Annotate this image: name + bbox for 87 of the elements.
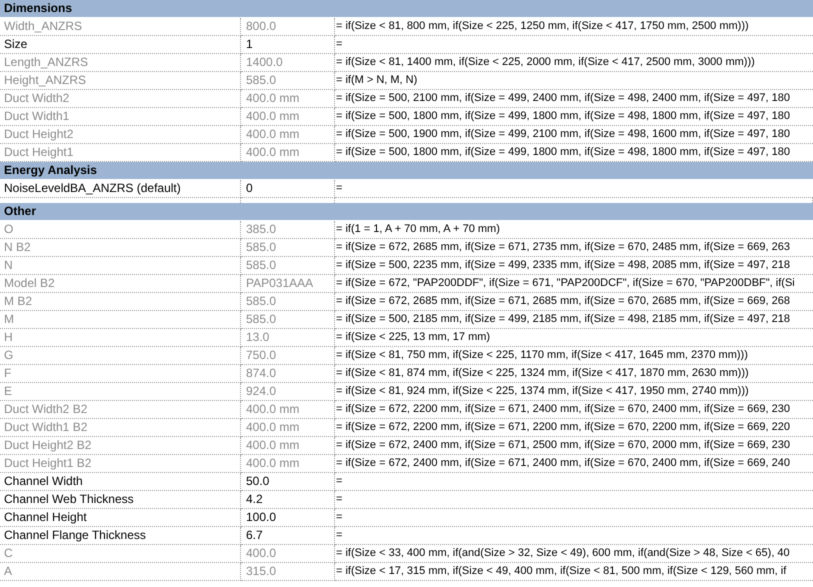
- formula-cell: = if(Size < 81, 924 mm, if(Size < 225, 1374 mm, if(Size < 417, 1950 mm, 2740 mm))): [335, 383, 813, 401]
- parameter-value: PAP031AAA: [241, 275, 335, 293]
- parameter-name: Channel Flange Thickness: [0, 527, 241, 545]
- parameter-value: 924.0: [241, 383, 335, 401]
- parameter-name: Channel Height: [0, 509, 241, 527]
- parameter-name: M: [0, 311, 241, 329]
- parameter-name: Duct Height2: [0, 126, 241, 144]
- formula-cell: = if(Size < 17, 315 mm, if(Size < 49, 400 mm, if(Size < 81, 500 mm, if(Size < 129, 560 mm, if: [335, 563, 813, 581]
- parameter-name: Length_ANZRS: [0, 54, 241, 72]
- parameter-value: 400.0 mm: [241, 90, 335, 108]
- section-header[interactable]: Dimensions: [0, 0, 813, 18]
- parameter-value: 100.0: [241, 509, 335, 527]
- parameter-value: 874.0: [241, 365, 335, 383]
- parameter-name: G: [0, 347, 241, 365]
- parameter-value: 400.0 mm: [241, 455, 335, 473]
- parameter-name: F: [0, 365, 241, 383]
- parameter-value: 585.0: [241, 311, 335, 329]
- parameter-value: 385.0: [241, 221, 335, 239]
- formula-cell: = if(M > N, M, N): [335, 72, 813, 90]
- parameter-name: Duct Width2 B2: [0, 401, 241, 419]
- parameter-name: Channel Width: [0, 473, 241, 491]
- parameter-value: 800.0: [241, 18, 335, 36]
- formula-cell: = if(Size = 672, 2685 mm, if(Size = 671, 2735 mm, if(Size = 670, 2485 mm, if(Size = 669, 263: [335, 239, 813, 257]
- parameter-name: Width_ANZRS: [0, 18, 241, 36]
- formula-cell: = if(Size = 500, 1900 mm, if(Size = 499, 2100 mm, if(Size = 498, 1600 mm, if(Size = 497, 180: [335, 126, 813, 144]
- parameter-name: Duct Height1 B2: [0, 455, 241, 473]
- parameter-value: 13.0: [241, 329, 335, 347]
- formula-cell: = if(Size < 225, 13 mm, 17 mm): [335, 329, 813, 347]
- parameter-value: 315.0: [241, 563, 335, 581]
- section-header[interactable]: Other: [0, 203, 813, 221]
- parameter-name: Model B2: [0, 275, 241, 293]
- formula-cell: = if(Size = 672, 2400 mm, if(Size = 671, 2500 mm, if(Size = 670, 2000 mm, if(Size = 669, 230: [335, 437, 813, 455]
- parameter-value: 1: [241, 36, 335, 54]
- parameter-value: 400.0 mm: [241, 108, 335, 126]
- formula-cell: =: [335, 36, 813, 54]
- parameter-value: 4.2: [241, 491, 335, 509]
- parameter-value: 0: [241, 180, 335, 198]
- formula-cell: =: [335, 509, 813, 527]
- formula-cell: = if(Size = 672, 2200 mm, if(Size = 671, 2200 mm, if(Size = 670, 2200 mm, if(Size = 669, 220: [335, 419, 813, 437]
- parameter-name: E: [0, 383, 241, 401]
- formula-cell: = if(Size = 672, 2200 mm, if(Size = 671, 2400 mm, if(Size = 670, 2400 mm, if(Size = 669, 230: [335, 401, 813, 419]
- formula-cell: = if(Size = 500, 2100 mm, if(Size = 499, 2400 mm, if(Size = 498, 2400 mm, if(Size = 497, 180: [335, 90, 813, 108]
- formula-cell: = if(Size < 81, 874 mm, if(Size < 225, 1324 mm, if(Size < 417, 1870 mm, 2630 mm))): [335, 365, 813, 383]
- parameter-name: M B2: [0, 293, 241, 311]
- formula-cell: = if(Size = 500, 1800 mm, if(Size = 499, 1800 mm, if(Size = 498, 1800 mm, if(Size = 497, 180: [335, 108, 813, 126]
- parameter-name: Height_ANZRS: [0, 72, 241, 90]
- formula-cell: =: [335, 180, 813, 198]
- parameter-value: 585.0: [241, 257, 335, 275]
- parameter-name: Duct Width1: [0, 108, 241, 126]
- parameter-name: Duct Height2 B2: [0, 437, 241, 455]
- formula-cell: = if(Size = 672, 2400 mm, if(Size = 671, 2400 mm, if(Size = 670, 2400 mm, if(Size = 669, 240: [335, 455, 813, 473]
- formula-cell: = if(Size < 81, 1400 mm, if(Size < 225, 2000 mm, if(Size < 417, 2500 mm, 3000 mm))): [335, 54, 813, 72]
- formula-cell: = if(Size < 81, 750 mm, if(Size < 225, 1170 mm, if(Size < 417, 1645 mm, 2370 mm))): [335, 347, 813, 365]
- formula-cell: = if(Size < 81, 800 mm, if(Size < 225, 1250 mm, if(Size < 417, 1750 mm, 2500 mm))): [335, 18, 813, 36]
- parameter-name: O: [0, 221, 241, 239]
- formula-cell: = if(Size < 33, 400 mm, if(and(Size > 32, Size < 49), 600 mm, if(and(Size > 48, Size < 65), 40: [335, 545, 813, 563]
- formula-cell: =: [335, 527, 813, 545]
- parameter-name: N: [0, 257, 241, 275]
- parameter-value: 750.0: [241, 347, 335, 365]
- parameter-name: Duct Width1 B2: [0, 419, 241, 437]
- parameter-value: 6.7: [241, 527, 335, 545]
- parameter-value: 400.0 mm: [241, 126, 335, 144]
- parameter-name: A: [0, 563, 241, 581]
- parameter-value: 400.0 mm: [241, 401, 335, 419]
- parameter-name: Size: [0, 36, 241, 54]
- parameter-value: 585.0: [241, 239, 335, 257]
- parameter-name: C: [0, 545, 241, 563]
- formula-cell: = if(1 = 1, A + 70 mm, A + 70 mm): [335, 221, 813, 239]
- formula-cell: = if(Size = 672, 2685 mm, if(Size = 671, 2685 mm, if(Size = 670, 2685 mm, if(Size = 669, 268: [335, 293, 813, 311]
- parameter-name: Duct Width2: [0, 90, 241, 108]
- parameter-value: 1400.0: [241, 54, 335, 72]
- parameter-name: Channel Web Thickness: [0, 491, 241, 509]
- parameter-name: NoiseLeveldBA_ANZRS (default): [0, 180, 241, 198]
- parameter-value: 585.0: [241, 293, 335, 311]
- parameter-value: 585.0: [241, 72, 335, 90]
- parameter-value: 50.0: [241, 473, 335, 491]
- formula-cell: = if(Size = 500, 2235 mm, if(Size = 499, 2335 mm, if(Size = 498, 2085 mm, if(Size = 497, 218: [335, 257, 813, 275]
- parameter-name: H: [0, 329, 241, 347]
- parameter-value: 400.0 mm: [241, 437, 335, 455]
- formula-cell: =: [335, 491, 813, 509]
- formula-cell: = if(Size = 672, "PAP200DDF", if(Size = 671, "PAP200DCF", if(Size = 670, "PAP200DBF", if(Si: [335, 275, 813, 293]
- formula-cell: = if(Size = 500, 2185 mm, if(Size = 499, 2185 mm, if(Size = 498, 2185 mm, if(Size = 497, 218: [335, 311, 813, 329]
- section-header[interactable]: Energy Analysis: [0, 162, 813, 180]
- parameter-value: 400.0: [241, 545, 335, 563]
- parameter-value: 400.0 mm: [241, 419, 335, 437]
- formula-cell: =: [335, 473, 813, 491]
- parameter-name: N B2: [0, 239, 241, 257]
